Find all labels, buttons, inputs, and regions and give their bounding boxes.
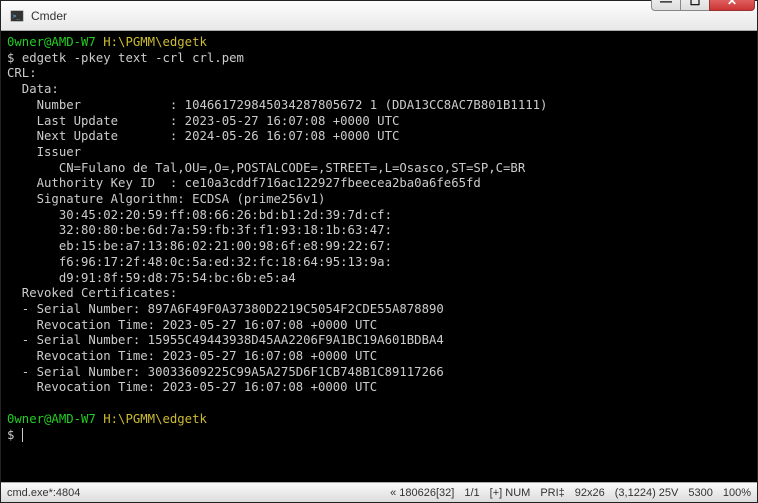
out-line: Last Update : 2023-05-27 16:07:08 +0000 … (7, 114, 399, 128)
status-seg: 5300 (688, 487, 712, 499)
status-seg: PRI‡ (540, 487, 564, 499)
out-line: Revocation Time: 2023-05-27 16:07:08 +00… (7, 349, 377, 363)
statusbar: cmd.exe*:4804 « 180626[32] 1/1 [+] NUM P… (1, 482, 757, 502)
out-line: Signature Algorithm: ECDSA (prime256v1) (7, 192, 325, 206)
status-seg: « 180626[32] (390, 487, 454, 499)
out-line: d9:91:8f:59:d8:75:54:bc:6b:e5:a4 (7, 271, 296, 285)
out-line: Number : 104661729845034287805672 1 (DDA… (7, 98, 547, 112)
status-seg: 1/1 (464, 487, 479, 499)
minimize-icon: — (660, 0, 672, 8)
status-right: « 180626[32] 1/1 [+] NUM PRI‡ 92x26 (3,1… (390, 487, 757, 499)
command-text: edgetk -pkey text -crl crl.pem (22, 51, 244, 65)
out-line: Revocation Time: 2023-05-27 16:07:08 +00… (7, 380, 377, 394)
prompt-path: H:\PGMM\edgetk (103, 412, 207, 426)
status-seg: [+] NUM (490, 487, 531, 499)
out-line: f6:96:17:2f:48:0c:5a:ed:32:fc:18:64:95:1… (7, 255, 392, 269)
window-title: Cmder (31, 9, 652, 23)
status-seg: 92x26 (575, 487, 605, 499)
out-line: Authority Key ID : ce10a3cddf716ac122927… (7, 176, 481, 190)
titlebar[interactable]: >_ Cmder — ☐ ✕ (1, 1, 757, 31)
close-button[interactable]: ✕ (709, 0, 755, 11)
out-line: - Serial Number: 15955C49443938D45AA2206… (7, 333, 444, 347)
status-tab[interactable]: cmd.exe*:4804 (1, 487, 390, 499)
maximize-icon: ☐ (690, 0, 701, 8)
out-line: Revocation Time: 2023-05-27 16:07:08 +00… (7, 318, 377, 332)
svg-text:>_: >_ (13, 12, 21, 19)
out-line: CRL: (7, 66, 37, 80)
out-line: eb:15:be:a7:13:86:02:21:00:98:6f:e8:99:2… (7, 239, 392, 253)
prompt-user: 0wner@AMD-W7 (7, 412, 96, 426)
app-window: >_ Cmder — ☐ ✕ 0wner@AMD-W7 H:\PGMM\edge… (0, 0, 758, 503)
out-line: CN=Fulano de Tal,OU=,O=,POSTALCODE=,STRE… (7, 161, 525, 175)
prompt-symbol: $ (7, 51, 14, 65)
prompt-path: H:\PGMM\edgetk (103, 35, 207, 49)
out-line: 32:80:80:be:6d:7a:59:fb:3f:f1:93:18:1b:6… (7, 223, 392, 237)
window-controls: — ☐ ✕ (652, 0, 755, 11)
out-line: - Serial Number: 30033609225C99A5A275D6F… (7, 365, 444, 379)
cursor (22, 428, 23, 442)
out-line: 30:45:02:20:59:ff:08:66:26:bd:b1:2d:39:7… (7, 208, 392, 222)
minimize-button[interactable]: — (651, 0, 681, 11)
out-line: Issuer (7, 145, 81, 159)
out-line: - Serial Number: 897A6F49F0A37380D2219C5… (7, 302, 444, 316)
out-line: Revoked Certificates: (7, 286, 177, 300)
status-seg: 100% (723, 487, 751, 499)
out-line: Next Update : 2024-05-26 16:07:08 +0000 … (7, 129, 399, 143)
status-seg: (3,1224) 25V (615, 487, 679, 499)
terminal-area[interactable]: 0wner@AMD-W7 H:\PGMM\edgetk $ edgetk -pk… (1, 31, 757, 482)
maximize-button[interactable]: ☐ (680, 0, 710, 11)
prompt-user: 0wner@AMD-W7 (7, 35, 96, 49)
out-line: Data: (7, 82, 59, 96)
prompt-symbol: $ (7, 428, 14, 442)
close-icon: ✕ (727, 0, 737, 8)
app-icon: >_ (9, 8, 25, 24)
